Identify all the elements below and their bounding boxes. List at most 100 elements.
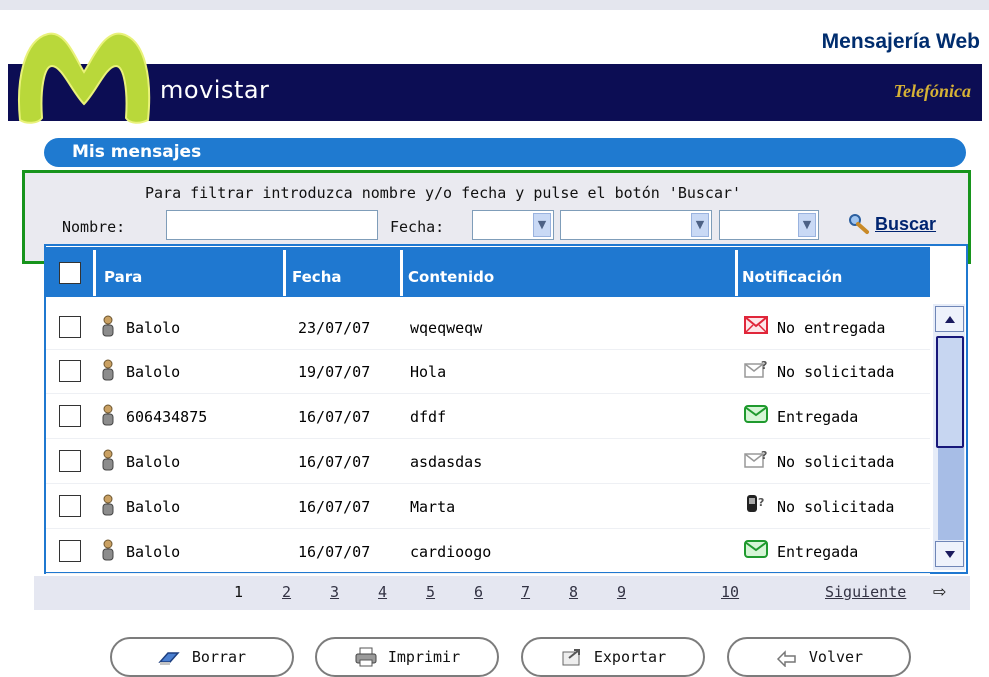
envelope-question-icon: ? — [743, 448, 769, 470]
row-para: 606434875 — [126, 408, 208, 426]
brand-name: movistar — [160, 76, 270, 104]
svg-text:?: ? — [761, 359, 767, 372]
column-header-notificacion[interactable]: Notificación — [742, 268, 842, 286]
row-para: Balolo — [126, 319, 181, 337]
row-fecha: 16/07/07 — [298, 453, 371, 471]
row-checkbox[interactable] — [59, 495, 81, 517]
export-button[interactable]: Exportar — [521, 637, 705, 677]
row-para: Balolo — [126, 498, 181, 516]
print-button-label: Imprimir — [387, 648, 461, 666]
scroll-track[interactable] — [938, 448, 964, 540]
back-arrow-icon — [776, 650, 796, 667]
row-contenido[interactable]: Marta — [410, 498, 455, 516]
table-row[interactable]: Balolo 16/07/07 Marta? No solicitada — [46, 485, 930, 529]
arrow-up-icon — [944, 315, 955, 323]
row-checkbox[interactable] — [59, 405, 81, 427]
row-para: Balolo — [126, 363, 181, 381]
row-divider — [46, 483, 930, 484]
table-row[interactable]: 606434875 16/07/07 dfdf Entregada — [46, 395, 930, 439]
header-divider — [735, 250, 738, 296]
back-button[interactable]: Volver — [727, 637, 911, 677]
contact-icon — [102, 494, 114, 516]
contact-icon — [102, 449, 114, 471]
row-notificacion: No solicitada — [777, 498, 895, 516]
export-icon — [562, 649, 580, 666]
envelope-question-icon: ? — [743, 358, 769, 380]
row-divider — [46, 528, 930, 529]
row-fecha: 23/07/07 — [298, 319, 371, 337]
row-notificacion: No solicitada — [777, 453, 895, 471]
page-link[interactable]: 7 — [521, 583, 530, 601]
scroll-up-button[interactable] — [935, 306, 964, 332]
row-notificacion: No entregada — [777, 319, 886, 337]
select-all-checkbox[interactable] — [59, 262, 81, 284]
eraser-icon — [158, 652, 180, 665]
page-link[interactable]: 1 — [234, 583, 243, 601]
contact-icon — [102, 315, 114, 337]
page-link[interactable]: 10 — [721, 583, 739, 601]
row-notificacion: No solicitada — [777, 363, 895, 381]
row-divider — [46, 573, 930, 574]
row-contenido[interactable]: Hola — [410, 363, 446, 381]
envelope-failed-icon — [743, 314, 769, 336]
app-title: Mensajería Web — [821, 30, 980, 53]
svg-text:?: ? — [761, 449, 767, 462]
scroll-down-button[interactable] — [935, 541, 964, 567]
scroll-thumb[interactable] — [936, 336, 964, 448]
table-row[interactable]: Balolo 23/07/07 wqeqweqw No entregada — [46, 306, 930, 350]
table-row[interactable]: Balolo 19/07/07 Hola? No solicitada — [46, 350, 930, 394]
row-divider — [46, 393, 930, 394]
delete-button-label: Borrar — [191, 648, 247, 666]
row-fecha: 16/07/07 — [298, 543, 371, 561]
envelope-delivered-icon — [743, 538, 769, 560]
row-checkbox[interactable] — [59, 540, 81, 562]
row-notificacion: Entregada — [777, 543, 859, 561]
printer-icon — [355, 647, 377, 667]
page-link[interactable]: 9 — [617, 583, 626, 601]
contact-icon — [102, 404, 114, 426]
print-button[interactable]: Imprimir — [315, 637, 499, 677]
page-link[interactable]: 5 — [426, 583, 435, 601]
row-contenido[interactable]: cardioogo — [410, 543, 491, 561]
page-link[interactable]: 2 — [282, 583, 291, 601]
phone-question-icon: ? — [743, 493, 769, 515]
table-row[interactable]: Balolo 16/07/07 cardioogo Entregada — [46, 530, 930, 574]
row-checkbox[interactable] — [59, 360, 81, 382]
row-fecha: 16/07/07 — [298, 408, 371, 426]
table-row[interactable]: Balolo 16/07/07 asdasdas? No solicitada — [46, 440, 930, 484]
arrow-right-icon[interactable]: ⇨ — [933, 582, 946, 601]
delete-button[interactable]: Borrar — [110, 637, 294, 677]
header-divider — [283, 250, 286, 296]
movistar-logo-overlay — [18, 32, 151, 124]
partner-logo: Telefónica — [893, 81, 971, 101]
row-notificacion: Entregada — [777, 408, 859, 426]
column-header-para[interactable]: Para — [104, 268, 142, 286]
column-header-fecha[interactable]: Fecha — [292, 268, 342, 286]
section-title: Mis mensajes — [72, 142, 202, 162]
column-header-contenido[interactable]: Contenido — [408, 268, 494, 286]
row-contenido[interactable]: asdasdas — [410, 453, 482, 471]
row-para: Balolo — [126, 543, 181, 561]
row-contenido[interactable]: wqeqweqw — [410, 319, 482, 337]
next-page-link[interactable]: Siguiente — [825, 583, 906, 601]
row-checkbox[interactable] — [59, 316, 81, 338]
row-divider — [46, 438, 930, 439]
arrow-down-icon — [944, 550, 955, 558]
row-checkbox[interactable] — [59, 450, 81, 472]
export-button-label: Exportar — [593, 648, 667, 666]
page-link[interactable]: 3 — [330, 583, 339, 601]
svg-text:?: ? — [758, 496, 764, 509]
row-fecha: 16/07/07 — [298, 498, 371, 516]
contact-icon — [102, 359, 114, 381]
row-para: Balolo — [126, 453, 181, 471]
page-link[interactable]: 8 — [569, 583, 578, 601]
row-contenido[interactable]: dfdf — [410, 408, 446, 426]
top-strip — [0, 0, 989, 10]
page-link[interactable]: 6 — [474, 583, 483, 601]
brand-bar — [8, 64, 982, 121]
back-button-label: Volver — [808, 648, 864, 666]
envelope-delivered-icon — [743, 403, 769, 425]
page-link[interactable]: 4 — [378, 583, 387, 601]
header-divider — [93, 250, 96, 296]
contact-icon — [102, 539, 114, 561]
